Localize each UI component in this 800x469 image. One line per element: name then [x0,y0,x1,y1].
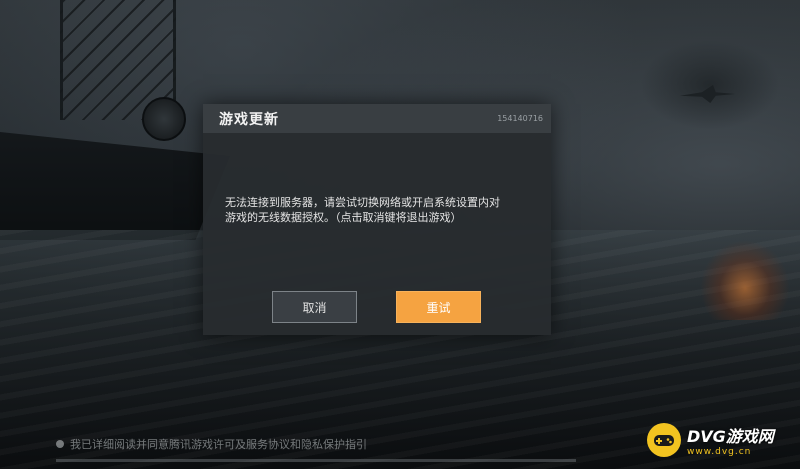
loading-bar [56,459,576,462]
dialog-header: 游戏更新 154140716 [203,104,551,133]
message-line-1: 无法连接到服务器，请尝试切换网络或开启系统设置内对 [225,196,500,209]
dialog-title: 游戏更新 [219,111,279,128]
watermark-main: DVG游戏网 [687,427,774,446]
explosion-glow [700,240,790,320]
site-watermark: DVG游戏网 www.dvg.cn [647,423,774,457]
cancel-button[interactable]: 取消 [272,291,357,323]
retry-button[interactable]: 重试 [396,291,481,323]
radar-dish [142,97,186,141]
ship-hull [0,132,230,240]
smoke-cloud [640,40,780,130]
watermark-text: DVG游戏网 www.dvg.cn [687,423,774,457]
update-dialog: 游戏更新 154140716 无法连接到服务器，请尝试切换网络或开启系统设置内对… [203,104,551,335]
agreement-row[interactable]: 我已详细阅读并同意腾讯游戏许可及服务协议和隐私保护指引 [56,436,367,452]
gamepad-logo-icon [647,423,681,457]
watermark-sub: www.dvg.cn [687,447,752,457]
dialog-message: 无法连接到服务器，请尝试切换网络或开启系统设置内对 游戏的无线数据授权。（点击取… [225,195,533,225]
agreement-text: 我已详细阅读并同意腾讯游戏许可及服务协议和隐私保护指引 [70,438,367,451]
radio-check-icon[interactable] [56,440,64,448]
message-line-2: 游戏的无线数据授权。（点击取消键将退出游戏） [225,211,462,224]
dialog-code: 154140716 [497,114,543,123]
